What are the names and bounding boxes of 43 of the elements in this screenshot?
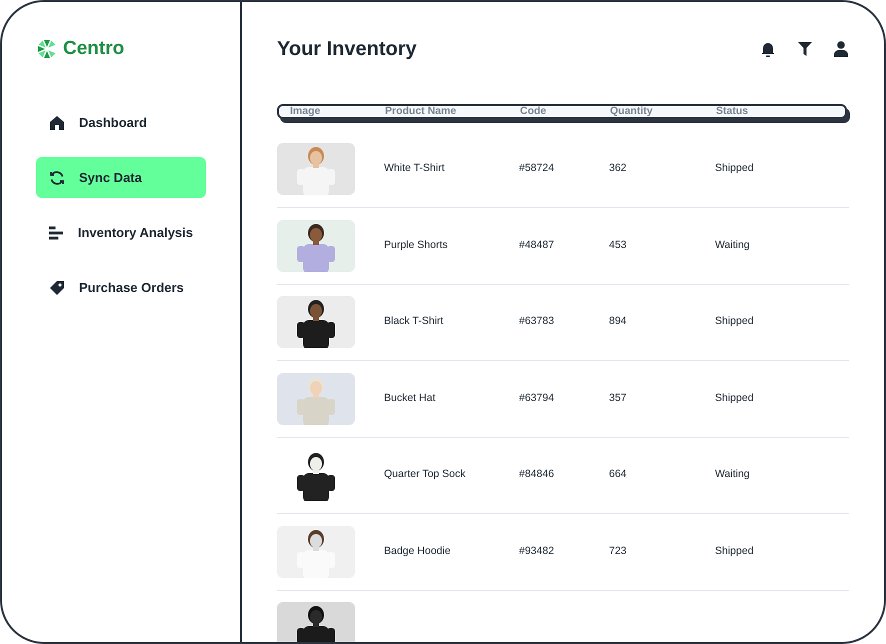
column-header: Product Name [385,106,458,116]
table-cell-text: #93482 [519,544,556,559]
bell-icon[interactable] [760,41,776,57]
user-icon[interactable] [834,41,848,57]
table-cell-text: 894 [609,314,628,330]
table-cell-text: 357 [609,390,628,406]
table-cell-text: Shipped [715,544,755,559]
table-cell-text: White T-Shirt [384,161,446,176]
table-cell-text: 453 [609,238,628,253]
sidebar-item[interactable]: Purchase Orders [36,267,206,308]
table-cell-text: 664 [609,467,628,482]
table-cell-text: 723 [609,544,628,559]
table-cell-text: Waiting [715,238,751,253]
column-header: Quantity [610,106,654,116]
table-cell-text: Waiting [715,467,751,482]
bars-icon [49,226,64,240]
table-cell-text: Shipped [715,314,755,330]
table-cell-text: #63783 [519,314,556,330]
table-cell-text: Shipped [715,161,755,176]
table-cell-text: #84846 [519,467,556,482]
logo-icon [36,38,58,60]
sidebar-item[interactable]: Sync Data [36,157,206,198]
tag-icon [49,280,65,296]
column-header: Image [290,106,322,116]
column-header: Code [520,106,548,116]
table-cell-text: #58724 [519,161,556,176]
table-cell-text: #63794 [519,390,556,406]
page-title: Your Inventory [277,37,417,62]
table-cell-text: Purple Shorts [384,238,449,253]
sidebar-item[interactable]: Dashboard [36,102,206,143]
table-cell-text: Black T-Shirt [384,314,444,330]
table-cell-text: 362 [609,161,628,176]
sidebar-item[interactable]: Inventory Analysis [36,212,206,253]
table-cell-text: Shipped [715,390,755,406]
brand-name: Centro [63,36,124,61]
sync-icon [49,170,65,186]
table-cell-text: Bucket Hat [384,390,436,406]
column-header: Status [716,106,750,116]
filter-icon[interactable] [798,42,812,56]
table-cell-text: #48487 [519,238,556,253]
table-cell-text: Quarter Top Sock [384,467,467,482]
home-icon [49,114,65,130]
table-cell-text: Badge Hoodie [384,544,452,559]
